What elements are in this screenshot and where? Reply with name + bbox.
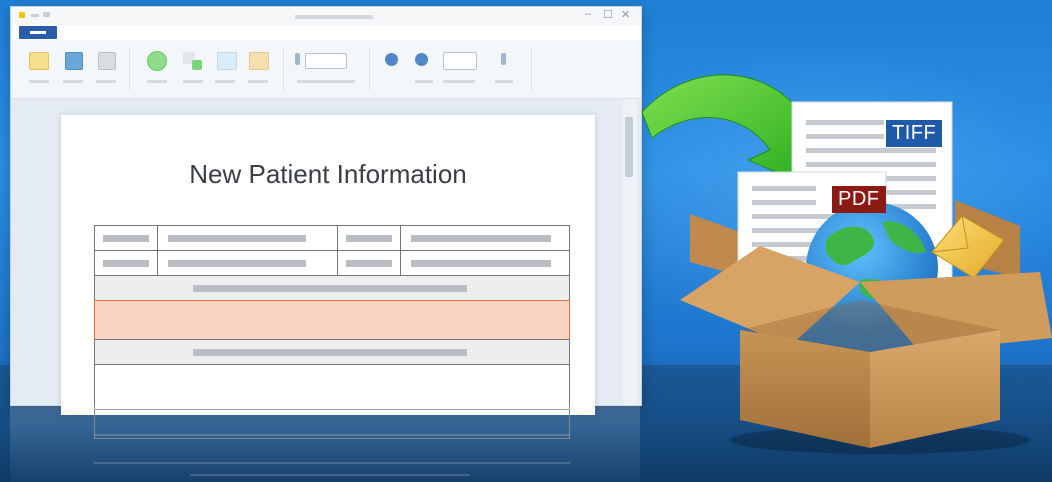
tiff-badge: TIFF (886, 120, 943, 147)
pdf-badge: PDF (832, 186, 886, 213)
export-illustration (641, 74, 1052, 454)
